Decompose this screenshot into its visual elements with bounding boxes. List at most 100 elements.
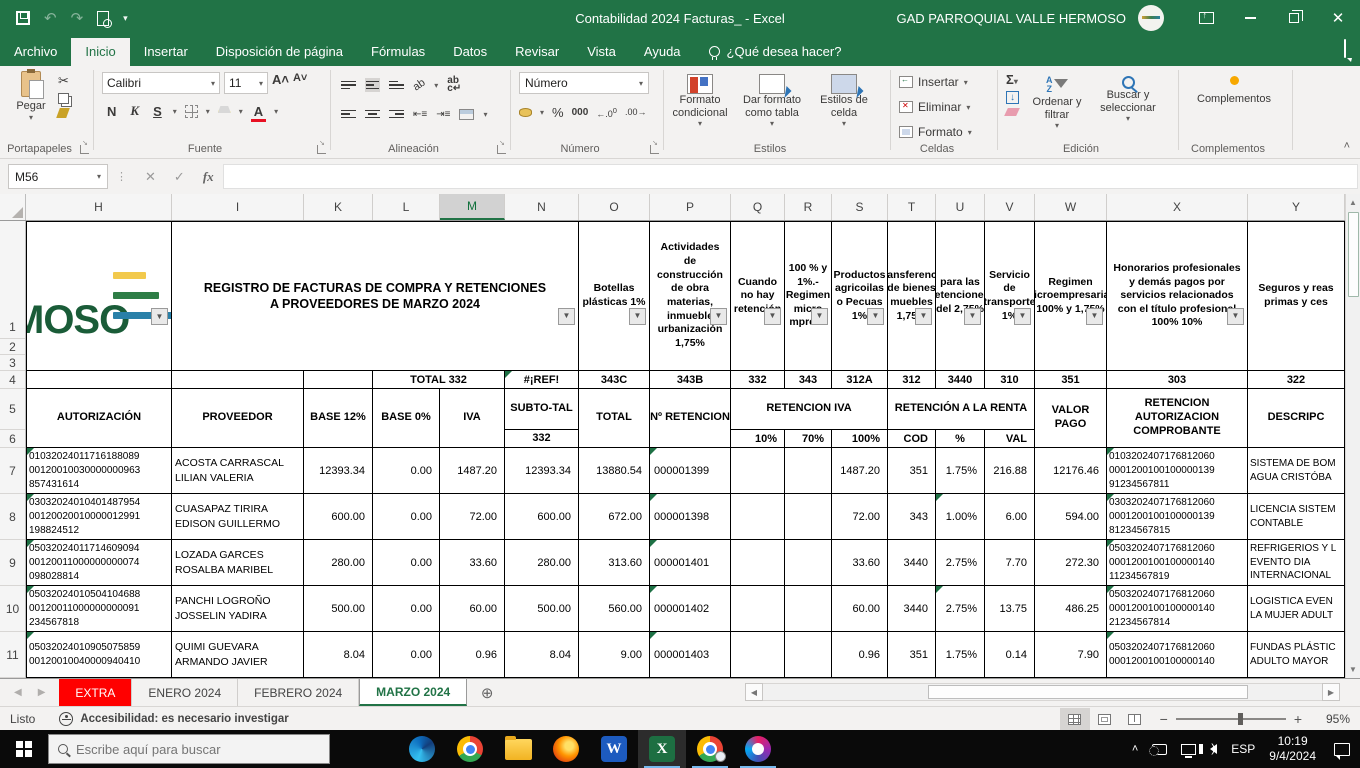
paste-button[interactable]: Pegar ▾ [4, 66, 58, 122]
cell-header-U[interactable]: para las retenciones del 2,75%▼ [936, 221, 985, 371]
header-retencion-autorizacion[interactable]: RETENCION AUTORIZACION COMPROBANTE [1107, 389, 1248, 448]
filter-dropdown-icon[interactable]: ▼ [710, 308, 727, 325]
clear-icon[interactable] [1004, 108, 1020, 116]
taskbar-search[interactable] [48, 734, 330, 764]
table-cell[interactable]: 351 [888, 448, 936, 494]
column-header-Q[interactable]: Q [731, 194, 785, 220]
table-cell[interactable]: 72.00 [440, 494, 505, 540]
table-cell[interactable]: 500.00 [304, 586, 373, 632]
restore-button[interactable] [1272, 0, 1316, 36]
sheet-tab-enero[interactable]: ENERO 2024 [132, 679, 238, 706]
table-cell[interactable]: 600.00 [304, 494, 373, 540]
table-cell[interactable]: 12393.34 [304, 448, 373, 494]
cell-header-O[interactable]: Botellas plásticas 1%▼ [579, 221, 650, 371]
scroll-up-icon[interactable]: ▲ [1346, 194, 1360, 211]
row-header-9[interactable]: 9 [0, 540, 25, 586]
clock[interactable]: 10:19 9/4/2024 [1269, 734, 1316, 764]
filter-dropdown-icon[interactable]: ▼ [764, 308, 781, 325]
table-cell[interactable]: 05032024010504104688 0012001100000000009… [26, 586, 172, 632]
cell-header-X[interactable]: Honorarios profesionales y demás pagos p… [1107, 221, 1248, 371]
table-cell[interactable]: 3440 [936, 371, 985, 389]
taskbar-word[interactable]: W [590, 730, 638, 768]
table-cell[interactable]: 0.00 [373, 494, 440, 540]
taskbar-chrome-profile[interactable] [686, 730, 734, 768]
table-cell[interactable] [731, 494, 785, 540]
table-cell[interactable]: 0.14 [985, 632, 1035, 678]
table-cell[interactable]: 3440 [888, 586, 936, 632]
accounting-format-icon[interactable] [519, 108, 532, 117]
filter-dropdown-icon[interactable]: ▼ [151, 308, 168, 325]
column-header-T[interactable]: T [888, 194, 936, 220]
format-cells-button[interactable]: Formato▾ [899, 121, 997, 143]
table-cell[interactable] [731, 632, 785, 678]
tell-me-box[interactable]: ¿Qué desea hacer? [695, 38, 856, 66]
name-box[interactable]: M56▾ [8, 164, 108, 189]
table-cell[interactable]: 351 [888, 632, 936, 678]
table-cell[interactable]: 000001398 [650, 494, 731, 540]
row-header-5[interactable]: 5 [0, 389, 25, 430]
filter-dropdown-icon[interactable]: ▼ [629, 308, 646, 325]
table-cell[interactable] [785, 540, 832, 586]
scroll-left-icon[interactable]: ◀ [745, 683, 763, 701]
header-subtotal[interactable]: SUBTO-TAL [505, 389, 579, 430]
cell-logo[interactable]: MOSO ▼ [26, 221, 172, 371]
header-pct[interactable]: % [936, 430, 985, 448]
table-cell[interactable]: 33.60 [440, 540, 505, 586]
column-header-L[interactable]: L [373, 194, 440, 220]
enter-icon[interactable]: ✓ [174, 169, 185, 185]
collapse-ribbon-icon[interactable]: ˄ [1344, 140, 1350, 152]
column-header-I[interactable]: I [172, 194, 304, 220]
italic-button[interactable]: K [127, 103, 142, 119]
table-cell[interactable]: 0.00 [373, 448, 440, 494]
column-header-Y[interactable]: Y [1248, 194, 1345, 220]
grow-font-icon[interactable]: A˄ [272, 72, 289, 94]
table-cell[interactable]: 216.88 [985, 448, 1035, 494]
zoom-slider[interactable] [1176, 718, 1286, 720]
column-header-P[interactable]: P [650, 194, 731, 220]
format-painter-icon[interactable] [56, 108, 70, 118]
align-middle-icon[interactable] [365, 78, 380, 93]
table-cell[interactable]: 0.00 [373, 586, 440, 632]
table-cell[interactable]: LICENCIA SISTEM CONTABLE [1248, 494, 1345, 540]
underline-button[interactable]: S [150, 104, 165, 119]
table-cell[interactable] [785, 586, 832, 632]
scroll-down-icon[interactable]: ▼ [1346, 661, 1360, 678]
formula-input[interactable] [223, 164, 1358, 189]
table-cell[interactable] [26, 371, 172, 389]
table-cell[interactable]: QUIMI GUEVARA ARMANDO JAVIER [172, 632, 304, 678]
vertical-scrollbar[interactable]: ▲ ▼ [1345, 194, 1360, 678]
table-cell[interactable]: 05032024011714609094 0012001100000000007… [26, 540, 172, 586]
row-header-10[interactable]: 10 [0, 586, 25, 632]
font-name-select[interactable]: Calibri▾ [102, 72, 220, 94]
table-cell[interactable]: 13880.54 [579, 448, 650, 494]
table-cell[interactable]: 343 [888, 494, 936, 540]
orientation-icon[interactable]: ab [411, 77, 428, 94]
table-cell[interactable]: 313.60 [579, 540, 650, 586]
cell-header-T[interactable]: Transferencia de bienes muebles 1,75%▼ [888, 221, 936, 371]
sheet-tab-extra[interactable]: EXTRA [59, 679, 132, 706]
table-cell[interactable]: 0.96 [440, 632, 505, 678]
speaker-icon[interactable] [1210, 744, 1217, 754]
table-cell[interactable]: 500.00 [505, 586, 579, 632]
header-valor-pago[interactable]: VALOR PAGO [1035, 389, 1107, 448]
header-base12[interactable]: BASE 12% [304, 389, 373, 448]
zoom-in-icon[interactable]: + [1294, 711, 1302, 727]
format-as-table-button[interactable]: Dar formato como tabla▾ [736, 68, 808, 128]
table-cell[interactable]: LOZADA GARCES ROSALBA MARIBEL [172, 540, 304, 586]
table-cell[interactable]: 000001403 [650, 632, 731, 678]
filter-dropdown-icon[interactable]: ▼ [1014, 308, 1031, 325]
row-header-8[interactable]: 8 [0, 494, 25, 540]
table-cell[interactable] [785, 448, 832, 494]
clipboard-dialog-launcher[interactable] [80, 145, 89, 154]
cell-header-V[interactable]: Servicio de transporte 1%▼ [985, 221, 1035, 371]
table-cell[interactable]: 60.00 [440, 586, 505, 632]
row-header-1[interactable]: 1 [0, 221, 25, 339]
table-cell[interactable] [785, 632, 832, 678]
header-val[interactable]: VAL [985, 430, 1035, 448]
borders-icon[interactable] [185, 105, 198, 118]
account-name[interactable]: GAD PARROQUIAL VALLE HERMOSO [897, 11, 1126, 26]
header-cod[interactable]: COD [888, 430, 936, 448]
table-cell[interactable]: 1487.20 [832, 448, 888, 494]
column-header-K[interactable]: K [304, 194, 373, 220]
formula-bar-handle[interactable]: ⋮ [116, 170, 128, 183]
